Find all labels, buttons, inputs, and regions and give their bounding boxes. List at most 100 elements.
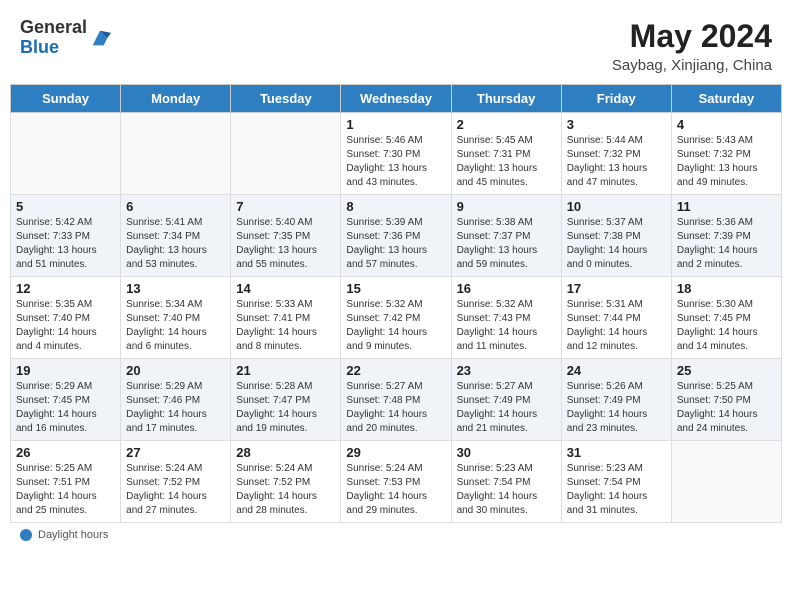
day-info: Sunrise: 5:39 AMSunset: 7:36 PMDaylight:…	[346, 216, 445, 272]
day-info: Sunrise: 5:24 AMSunset: 7:52 PMDaylight:…	[236, 462, 335, 518]
day-info: Sunrise: 5:23 AMSunset: 7:54 PMDaylight:…	[567, 462, 666, 518]
table-row: 7Sunrise: 5:40 AMSunset: 7:35 PMDaylight…	[231, 195, 341, 277]
table-row: 17Sunrise: 5:31 AMSunset: 7:44 PMDayligh…	[561, 277, 671, 359]
day-info: Sunrise: 5:30 AMSunset: 7:45 PMDaylight:…	[677, 298, 776, 354]
table-row: 24Sunrise: 5:26 AMSunset: 7:49 PMDayligh…	[561, 359, 671, 441]
table-row: 21 Sunrise: 5:28 AMSunset: 7:47 PMDayligh…	[231, 359, 341, 441]
day-info: Sunrise: 5:31 AMSunset: 7:44 PMDaylight:…	[567, 298, 666, 354]
day-number: 2	[457, 117, 556, 132]
day-info: Sunrise: 5:26 AMSunset: 7:49 PMDaylight:…	[567, 380, 666, 436]
table-row: 23 Sunrise: 5:27 AMSunset: 7:49 PMDayligh…	[451, 359, 561, 441]
day-number: 20	[126, 363, 225, 378]
table-row: 26 Sunrise: 5:25 AMSunset: 7:51 PMDayligh…	[11, 441, 121, 523]
day-number: 19	[16, 363, 115, 378]
table-row: 1 Sunrise: 5:46 AMSunset: 7:30 PMDaylight…	[341, 113, 451, 195]
day-number: 31	[567, 445, 666, 460]
day-info: Sunrise: 5:44 AMSunset: 7:32 PMDaylight:…	[567, 134, 666, 190]
day-info: Sunrise: 5:45 AMSunset: 7:31 PMDaylight:…	[457, 134, 556, 190]
table-row: 22Sunrise: 5:27 AMSunset: 7:48 PMDayligh…	[341, 359, 451, 441]
day-number: 6	[126, 199, 225, 214]
day-info: Sunrise: 5:32 AMSunset: 7:42 PMDaylight:…	[346, 298, 445, 354]
logo-general: General	[20, 17, 87, 37]
month-year-title: May 2024	[612, 18, 772, 55]
col-saturday: Saturday	[671, 85, 781, 113]
calendar-week-row: 5 Sunrise: 5:42 AMSunset: 7:33 PMDaylight…	[11, 195, 782, 277]
day-info: Sunrise: 5:36 AMSunset: 7:39 PMDaylight:…	[677, 216, 776, 272]
calendar-week-row: 19 Sunrise: 5:29 AMSunset: 7:45 PMDayligh…	[11, 359, 782, 441]
title-block: May 2024 Saybag, Xinjiang, China	[612, 18, 772, 74]
location-subtitle: Saybag, Xinjiang, China	[612, 57, 772, 74]
table-row: 14Sunrise: 5:33 AMSunset: 7:41 PMDayligh…	[231, 277, 341, 359]
day-info: Sunrise: 5:41 AMSunset: 7:34 PMDaylight:…	[126, 216, 225, 272]
table-row: 25 Sunrise: 5:25 AMSunset: 7:50 PMDayligh…	[671, 359, 781, 441]
table-row: 19 Sunrise: 5:29 AMSunset: 7:45 PMDayligh…	[11, 359, 121, 441]
daylight-dot	[20, 529, 32, 541]
col-tuesday: Tuesday	[231, 85, 341, 113]
day-number: 29	[346, 445, 445, 460]
day-number: 3	[567, 117, 666, 132]
logo: General Blue	[20, 18, 111, 58]
day-info: Sunrise: 5:25 AMSunset: 7:50 PMDaylight:…	[677, 380, 776, 436]
table-row: 30 Sunrise: 5:23 AMSunset: 7:54 PMDayligh…	[451, 441, 561, 523]
table-row: 8Sunrise: 5:39 AMSunset: 7:36 PMDaylight…	[341, 195, 451, 277]
day-info: Sunrise: 5:29 AMSunset: 7:45 PMDaylight:…	[16, 380, 115, 436]
table-row: 9 Sunrise: 5:38 AMSunset: 7:37 PMDaylight…	[451, 195, 561, 277]
calendar-week-row: 1 Sunrise: 5:46 AMSunset: 7:30 PMDaylight…	[11, 113, 782, 195]
day-info: Sunrise: 5:25 AMSunset: 7:51 PMDaylight:…	[16, 462, 115, 518]
day-info: Sunrise: 5:43 AMSunset: 7:32 PMDaylight:…	[677, 134, 776, 190]
day-info: Sunrise: 5:35 AMSunset: 7:40 PMDaylight:…	[16, 298, 115, 354]
calendar-week-row: 26 Sunrise: 5:25 AMSunset: 7:51 PMDayligh…	[11, 441, 782, 523]
col-wednesday: Wednesday	[341, 85, 451, 113]
day-info: Sunrise: 5:38 AMSunset: 7:37 PMDaylight:…	[457, 216, 556, 272]
table-row: 18 Sunrise: 5:30 AMSunset: 7:45 PMDayligh…	[671, 277, 781, 359]
table-row: 16Sunrise: 5:32 AMSunset: 7:43 PMDayligh…	[451, 277, 561, 359]
day-info: Sunrise: 5:29 AMSunset: 7:46 PMDaylight:…	[126, 380, 225, 436]
table-row	[121, 113, 231, 195]
day-info: Sunrise: 5:37 AMSunset: 7:38 PMDaylight:…	[567, 216, 666, 272]
day-number: 9	[457, 199, 556, 214]
calendar-header-row: Sunday Monday Tuesday Wednesday Thursday…	[11, 85, 782, 113]
day-info: Sunrise: 5:42 AMSunset: 7:33 PMDaylight:…	[16, 216, 115, 272]
table-row: 31 Sunrise: 5:23 AMSunset: 7:54 PMDayligh…	[561, 441, 671, 523]
day-number: 21	[236, 363, 335, 378]
table-row	[231, 113, 341, 195]
day-info: Sunrise: 5:33 AMSunset: 7:41 PMDaylight:…	[236, 298, 335, 354]
day-info: Sunrise: 5:46 AMSunset: 7:30 PMDaylight:…	[346, 134, 445, 190]
table-row: 2 Sunrise: 5:45 AMSunset: 7:31 PMDaylight…	[451, 113, 561, 195]
table-row: 28Sunrise: 5:24 AMSunset: 7:52 PMDayligh…	[231, 441, 341, 523]
table-row: 5 Sunrise: 5:42 AMSunset: 7:33 PMDaylight…	[11, 195, 121, 277]
day-number: 10	[567, 199, 666, 214]
day-number: 5	[16, 199, 115, 214]
col-sunday: Sunday	[11, 85, 121, 113]
day-number: 1	[346, 117, 445, 132]
day-info: Sunrise: 5:28 AMSunset: 7:47 PMDaylight:…	[236, 380, 335, 436]
table-row: 11 Sunrise: 5:36 AMSunset: 7:39 PMDayligh…	[671, 195, 781, 277]
day-number: 27	[126, 445, 225, 460]
day-info: Sunrise: 5:24 AMSunset: 7:53 PMDaylight:…	[346, 462, 445, 518]
footer: Daylight hours	[10, 523, 782, 547]
day-number: 26	[16, 445, 115, 460]
calendar-table: Sunday Monday Tuesday Wednesday Thursday…	[10, 84, 782, 523]
day-info: Sunrise: 5:34 AMSunset: 7:40 PMDaylight:…	[126, 298, 225, 354]
table-row: 4 Sunrise: 5:43 AMSunset: 7:32 PMDaylight…	[671, 113, 781, 195]
day-number: 23	[457, 363, 556, 378]
day-number: 18	[677, 281, 776, 296]
day-number: 4	[677, 117, 776, 132]
logo-blue: Blue	[20, 37, 59, 57]
table-row	[11, 113, 121, 195]
day-info: Sunrise: 5:32 AMSunset: 7:43 PMDaylight:…	[457, 298, 556, 354]
daylight-label: Daylight hours	[38, 529, 108, 541]
day-info: Sunrise: 5:24 AMSunset: 7:52 PMDaylight:…	[126, 462, 225, 518]
day-number: 22	[346, 363, 445, 378]
day-number: 25	[677, 363, 776, 378]
table-row: 20 Sunrise: 5:29 AMSunset: 7:46 PMDayligh…	[121, 359, 231, 441]
day-info: Sunrise: 5:23 AMSunset: 7:54 PMDaylight:…	[457, 462, 556, 518]
day-number: 30	[457, 445, 556, 460]
table-row: 12Sunrise: 5:35 AMSunset: 7:40 PMDayligh…	[11, 277, 121, 359]
day-number: 11	[677, 199, 776, 214]
col-thursday: Thursday	[451, 85, 561, 113]
table-row: 13Sunrise: 5:34 AMSunset: 7:40 PMDayligh…	[121, 277, 231, 359]
day-info: Sunrise: 5:27 AMSunset: 7:49 PMDaylight:…	[457, 380, 556, 436]
page-header: General Blue May 2024 Saybag, Xinjiang, …	[10, 10, 782, 78]
table-row: 29 Sunrise: 5:24 AMSunset: 7:53 PMDayligh…	[341, 441, 451, 523]
